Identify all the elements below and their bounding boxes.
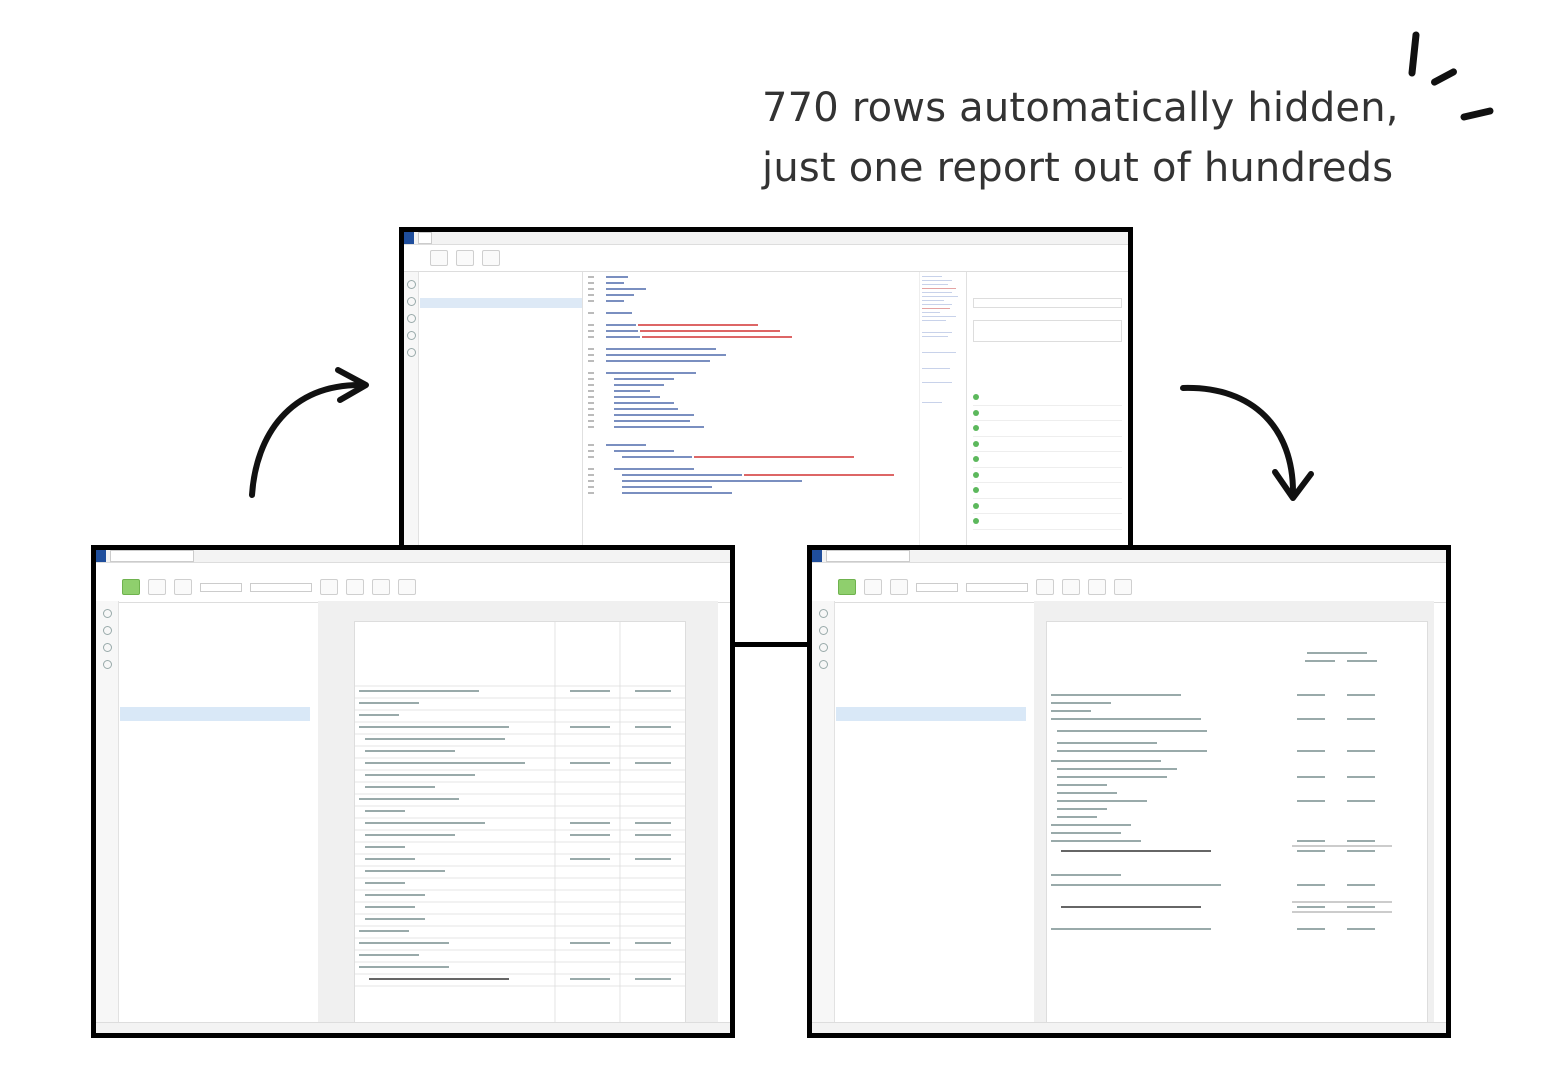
report-lines (1051, 652, 1392, 930)
report-after-screenshot (807, 545, 1451, 1038)
success-icon (973, 456, 979, 463)
outline-item[interactable] (836, 635, 1026, 649)
ribbon-button[interactable] (1088, 579, 1106, 595)
document-outline (120, 601, 310, 1023)
outline-item[interactable] (120, 664, 310, 678)
document-canvas (318, 601, 718, 1023)
style-select[interactable] (200, 582, 242, 592)
code-lines (588, 276, 894, 494)
ribbon-button[interactable] (122, 579, 140, 595)
ribbon-button[interactable] (320, 579, 338, 595)
ribbon-button[interactable] (1036, 579, 1054, 595)
ribbon-button[interactable] (864, 579, 882, 595)
ribbon-button[interactable] (890, 579, 908, 595)
success-icon (973, 502, 979, 509)
history-item[interactable] (973, 483, 1122, 499)
outline-item[interactable] (120, 750, 310, 764)
style-select[interactable] (916, 582, 958, 592)
headline-line-1: 770 rows automatically hidden, (762, 85, 1399, 131)
cash-flow-report (1046, 621, 1428, 1023)
success-icon (973, 471, 979, 478)
history-item[interactable] (973, 468, 1122, 483)
success-icon (973, 425, 979, 432)
outline-item-selected[interactable] (120, 706, 310, 722)
ribbon-button[interactable] (346, 579, 364, 595)
outline-item[interactable] (836, 721, 1026, 735)
success-icon (973, 487, 979, 494)
ribbon-button[interactable] (1114, 579, 1132, 595)
success-icon (973, 394, 979, 401)
headline: 770 rows automatically hidden, just one … (762, 78, 1462, 198)
outline-item[interactable] (836, 678, 1026, 692)
ribbon-button[interactable] (174, 579, 192, 595)
outline-item[interactable] (120, 678, 310, 692)
history-item[interactable] (973, 452, 1122, 468)
history-item[interactable] (973, 514, 1122, 530)
outline-item[interactable] (836, 765, 1026, 779)
sparkle-icon (1408, 31, 1494, 121)
outline-item[interactable] (836, 750, 1026, 764)
ribbon-button[interactable] (148, 579, 166, 595)
success-icon (973, 518, 979, 525)
font-select[interactable] (250, 582, 312, 592)
curved-arrow-right-icon (1180, 384, 1314, 501)
history-item[interactable] (973, 421, 1122, 437)
document-outline (836, 601, 1026, 1023)
font-select[interactable] (966, 582, 1028, 592)
headline-line-2: just one report out of hundreds (762, 145, 1394, 191)
ribbon-button[interactable] (372, 579, 390, 595)
outline-item[interactable] (120, 635, 310, 649)
properties-description-field[interactable] (973, 320, 1122, 342)
history-list (973, 390, 1122, 530)
outline-item[interactable] (120, 693, 310, 707)
cash-flow-table (354, 621, 686, 1023)
outline-item[interactable] (836, 664, 1026, 678)
history-item[interactable] (973, 406, 1122, 421)
document-canvas (1034, 601, 1434, 1023)
ribbon-toolbar (96, 572, 730, 603)
left-toolbar (812, 601, 835, 1033)
success-icon (973, 440, 979, 447)
outline-item[interactable] (120, 736, 310, 750)
ribbon-button[interactable] (1062, 579, 1080, 595)
table-lines (355, 622, 685, 1022)
history-item[interactable] (973, 437, 1122, 452)
outline-item[interactable] (836, 736, 1026, 750)
status-bar (812, 1022, 1446, 1033)
outline-item[interactable] (836, 693, 1026, 707)
left-toolbar (96, 601, 119, 1033)
outline-item[interactable] (120, 649, 310, 663)
ribbon-button[interactable] (398, 579, 416, 595)
curved-arrow-left-icon (249, 367, 369, 498)
properties-name-field[interactable] (973, 298, 1122, 308)
history-item[interactable] (973, 499, 1122, 514)
report-before-screenshot (91, 545, 735, 1038)
success-icon (973, 409, 979, 416)
outline-item[interactable] (836, 649, 1026, 663)
ribbon-toolbar (812, 572, 1446, 603)
ribbon-button[interactable] (838, 579, 856, 595)
outline-item[interactable] (120, 721, 310, 735)
status-bar (96, 1022, 730, 1033)
outline-item-selected[interactable] (836, 706, 1026, 722)
outline-item[interactable] (120, 765, 310, 779)
history-item[interactable] (973, 390, 1122, 406)
